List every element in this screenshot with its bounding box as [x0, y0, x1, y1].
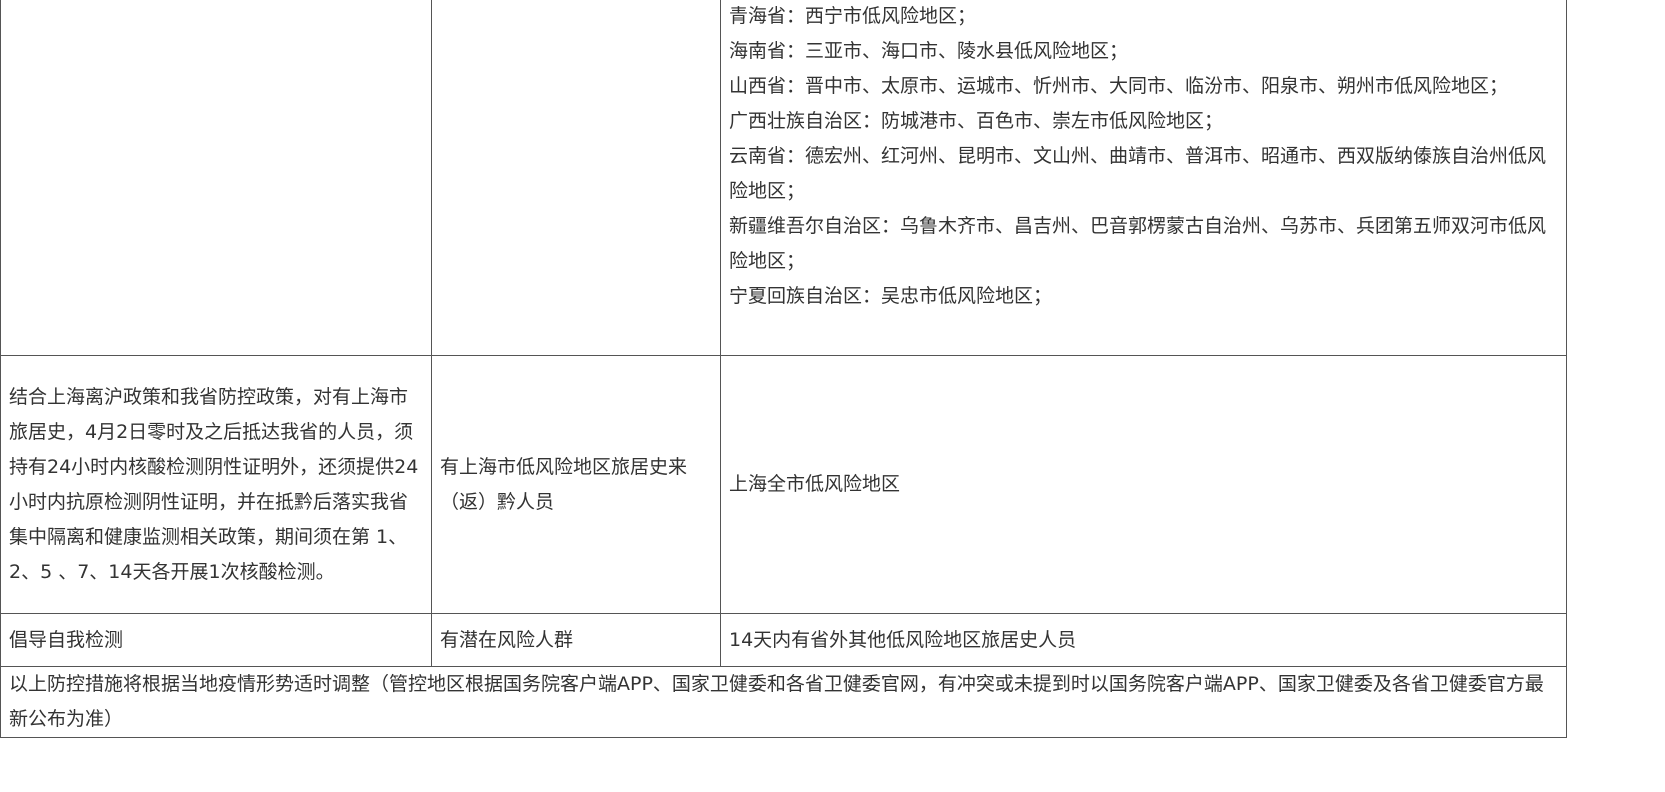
- region-line-qinghai: 青海省：西宁市低风险地区；: [729, 5, 977, 27]
- cell-people-regions: [431, 0, 721, 356]
- cell-measures-regions: [0, 0, 432, 356]
- region-line-ningxia: 宁夏回族自治区：吴忠市低风险地区；: [729, 285, 1053, 307]
- cell-people-self-test: 有潜在风险人群: [431, 613, 721, 667]
- cell-people-shanghai: 有上海市低风险地区旅居史来（返）黔人员: [431, 355, 721, 614]
- table-row-self-test: 倡导自我检测 有潜在风险人群 14天内有省外其他低风险地区旅居史人员: [0, 613, 1567, 667]
- table-row-regions: 青海省：西宁市低风险地区； 海南省：三亚市、海口市、陵水县低风险地区； 山西省：…: [0, 0, 1567, 356]
- region-line-guangxi: 广西壮族自治区：防城港市、百色市、崇左市低风险地区；: [729, 110, 1224, 132]
- cell-area-shanghai: 上海全市低风险地区: [720, 355, 1567, 614]
- cell-area-self-test: 14天内有省外其他低风险地区旅居史人员: [720, 613, 1567, 667]
- footer-note: 以上防控措施将根据当地疫情形势适时调整（管控地区根据国务院客户端APP、国家卫健…: [0, 666, 1567, 738]
- table-row-shanghai: 结合上海离沪政策和我省防控政策，对有上海市旅居史，4月2日零时及之后抵达我省的人…: [0, 355, 1567, 614]
- region-line-xinjiang: 新疆维吾尔自治区：乌鲁木齐市、昌吉州、巴音郭楞蒙古自治州、乌苏市、兵团第五师双河…: [729, 215, 1547, 272]
- region-line-shanxi: 山西省：晋中市、太原市、运城市、忻州市、大同市、临汾市、阳泉市、朔州市低风险地区…: [729, 75, 1509, 97]
- cell-region-list: 青海省：西宁市低风险地区； 海南省：三亚市、海口市、陵水县低风险地区； 山西省：…: [720, 0, 1567, 356]
- region-line-yunnan: 云南省：德宏州、红河州、昆明市、文山州、曲靖市、普洱市、昭通市、西双版纳傣族自治…: [729, 145, 1547, 202]
- policy-table: 青海省：西宁市低风险地区； 海南省：三亚市、海口市、陵水县低风险地区； 山西省：…: [0, 0, 1567, 738]
- table-row-footer: 以上防控措施将根据当地疫情形势适时调整（管控地区根据国务院客户端APP、国家卫健…: [0, 666, 1567, 738]
- cell-measures-self-test: 倡导自我检测: [0, 613, 432, 667]
- region-line-hainan: 海南省：三亚市、海口市、陵水县低风险地区；: [729, 40, 1129, 62]
- cell-measures-shanghai: 结合上海离沪政策和我省防控政策，对有上海市旅居史，4月2日零时及之后抵达我省的人…: [0, 355, 432, 614]
